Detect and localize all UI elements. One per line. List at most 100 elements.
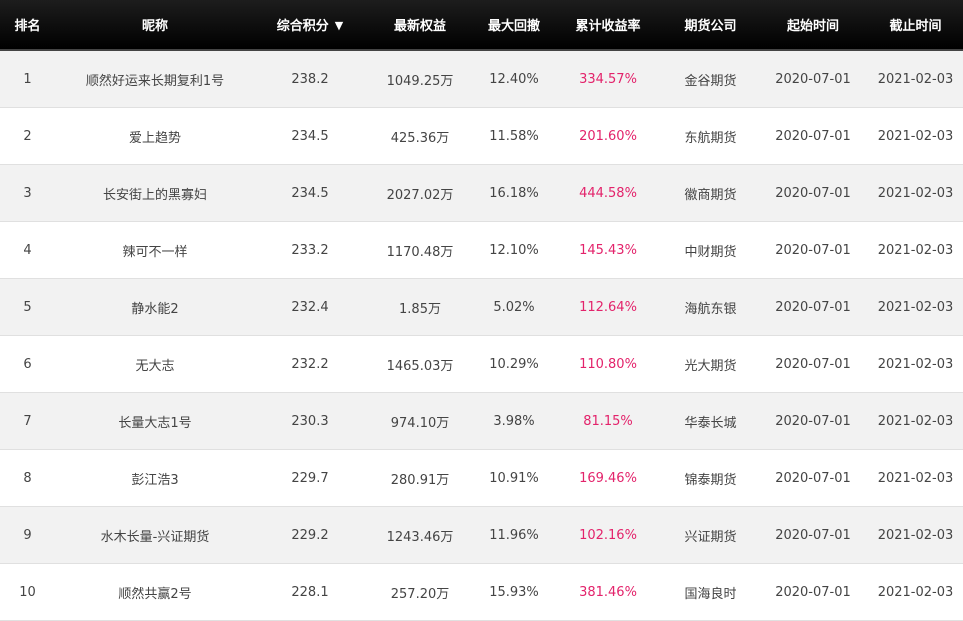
cell-broker: 兴证期货 [663,506,758,564]
header-return: 累计收益率 [553,0,663,51]
cell-equity: 974.10万 [365,392,475,450]
cell-score: 232.4 [255,278,365,336]
cell-equity: 1170.48万 [365,221,475,279]
header-score-sort[interactable]: 综合积分 ▼ [255,0,365,51]
cell-rank: 6 [0,335,55,393]
cell-end: 2021-02-03 [868,221,963,279]
cell-drawdown: 5.02% [475,278,553,336]
cell-nickname: 爱上趋势 [55,107,255,165]
cell-rank: 1 [0,50,55,108]
ranking-table: 排名 昵称 综合积分 ▼ 最新权益 最大回撤 累计收益率 期货公司 起始时间 截止… [0,0,963,621]
cell-equity: 1243.46万 [365,506,475,564]
cell-end: 2021-02-03 [868,392,963,450]
cell-nickname: 无大志 [55,335,255,393]
cell-broker: 东航期货 [663,107,758,165]
table-row: 5 静水能2 232.4 1.85万 5.02% 112.64% 海航东银 20… [0,278,963,336]
cell-rank: 9 [0,506,55,564]
cell-rank: 8 [0,449,55,507]
cell-rank: 2 [0,107,55,165]
cell-nickname: 长量大志1号 [55,392,255,450]
cell-return: 334.57% [553,50,663,108]
cell-broker: 金谷期货 [663,50,758,108]
cell-score: 230.3 [255,392,365,450]
cell-broker: 锦泰期货 [663,449,758,507]
cell-rank: 5 [0,278,55,336]
cell-start: 2020-07-01 [758,50,868,108]
cell-rank: 4 [0,221,55,279]
cell-start: 2020-07-01 [758,392,868,450]
header-nickname: 昵称 [55,0,255,51]
table-row: 2 爱上趋势 234.5 425.36万 11.58% 201.60% 东航期货… [0,107,963,165]
cell-start: 2020-07-01 [758,449,868,507]
header-start: 起始时间 [758,0,868,51]
table-row: 6 无大志 232.2 1465.03万 10.29% 110.80% 光大期货… [0,335,963,393]
cell-broker: 中财期货 [663,221,758,279]
cell-return: 110.80% [553,335,663,393]
header-nickname-label: 昵称 [141,19,168,34]
cell-score: 234.5 [255,107,365,165]
cell-drawdown: 10.29% [475,335,553,393]
table-header: 排名 昵称 综合积分 ▼ 最新权益 最大回撤 累计收益率 期货公司 起始时间 截止… [0,0,963,51]
cell-drawdown: 10.91% [475,449,553,507]
header-rank-label: 排名 [14,19,41,34]
cell-end: 2021-02-03 [868,563,963,621]
cell-nickname: 长安街上的黑寡妇 [55,164,255,222]
cell-drawdown: 11.96% [475,506,553,564]
header-end: 截止时间 [868,0,963,51]
header-equity-label: 最新权益 [393,19,446,34]
cell-start: 2020-07-01 [758,563,868,621]
table-row: 10 顺然共赢2号 228.1 257.20万 15.93% 381.46% 国… [0,563,963,621]
cell-equity: 257.20万 [365,563,475,621]
cell-equity: 1049.25万 [365,50,475,108]
cell-start: 2020-07-01 [758,164,868,222]
table-row: 4 辣可不一样 233.2 1170.48万 12.10% 145.43% 中财… [0,221,963,279]
cell-start: 2020-07-01 [758,335,868,393]
cell-return: 381.46% [553,563,663,621]
triangle-down-icon[interactable]: ▼ [335,19,343,32]
cell-end: 2021-02-03 [868,449,963,507]
cell-equity: 1.85万 [365,278,475,336]
cell-equity: 280.91万 [365,449,475,507]
header-return-label: 累计收益率 [575,19,641,34]
cell-end: 2021-02-03 [868,164,963,222]
cell-nickname: 顺然好运来长期复利1号 [55,50,255,108]
cell-score: 229.7 [255,449,365,507]
cell-equity: 2027.02万 [365,164,475,222]
cell-return: 169.46% [553,449,663,507]
cell-start: 2020-07-01 [758,278,868,336]
header-broker-label: 期货公司 [684,19,737,34]
cell-start: 2020-07-01 [758,221,868,279]
cell-drawdown: 12.10% [475,221,553,279]
cell-nickname: 彭江浩3 [55,449,255,507]
cell-rank: 7 [0,392,55,450]
cell-drawdown: 16.18% [475,164,553,222]
cell-nickname: 辣可不一样 [55,221,255,279]
cell-nickname: 静水能2 [55,278,255,336]
header-drawdown-label: 最大回撤 [487,19,540,34]
table-body: 1 顺然好运来长期复利1号 238.2 1049.25万 12.40% 334.… [0,50,963,621]
cell-end: 2021-02-03 [868,278,963,336]
header-drawdown: 最大回撤 [475,0,553,51]
cell-score: 238.2 [255,50,365,108]
cell-score: 233.2 [255,221,365,279]
cell-equity: 1465.03万 [365,335,475,393]
cell-end: 2021-02-03 [868,107,963,165]
header-score-label: 综合积分 [276,19,329,34]
cell-score: 228.1 [255,563,365,621]
cell-end: 2021-02-03 [868,50,963,108]
table-row: 1 顺然好运来长期复利1号 238.2 1049.25万 12.40% 334.… [0,50,963,108]
cell-return: 81.15% [553,392,663,450]
header-rank: 排名 [0,0,55,51]
table-row: 3 长安街上的黑寡妇 234.5 2027.02万 16.18% 444.58%… [0,164,963,222]
cell-broker: 徽商期货 [663,164,758,222]
cell-start: 2020-07-01 [758,107,868,165]
table-row: 7 长量大志1号 230.3 974.10万 3.98% 81.15% 华泰长城… [0,392,963,450]
cell-rank: 3 [0,164,55,222]
cell-nickname: 顺然共赢2号 [55,563,255,621]
cell-return: 444.58% [553,164,663,222]
cell-return: 201.60% [553,107,663,165]
cell-drawdown: 15.93% [475,563,553,621]
cell-broker: 光大期货 [663,335,758,393]
table-row: 9 水木长量-兴证期货 229.2 1243.46万 11.96% 102.16… [0,506,963,564]
cell-drawdown: 3.98% [475,392,553,450]
